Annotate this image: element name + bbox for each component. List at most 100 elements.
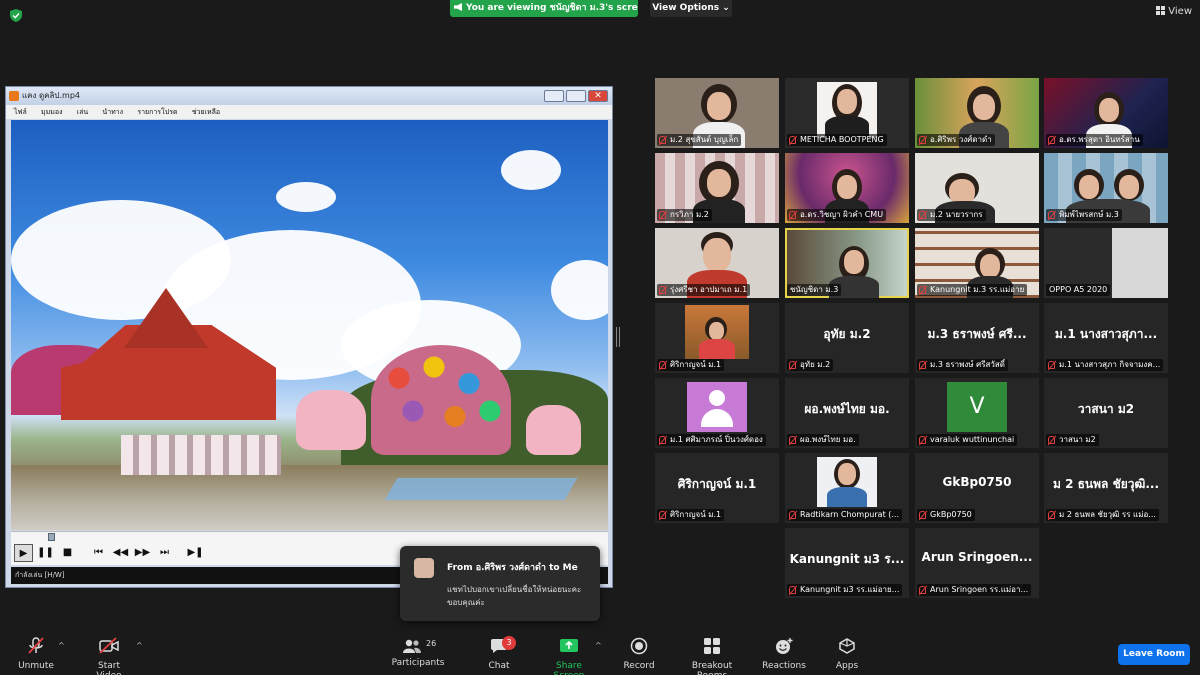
participant-tile[interactable]: พิมพ์ไพรสกษ์ ม.3 (1044, 153, 1168, 223)
record-button[interactable]: Record (622, 637, 656, 671)
minimize-button[interactable] (544, 90, 564, 102)
split-handle[interactable] (616, 327, 620, 347)
mic-muted-icon (659, 361, 666, 369)
menu-navigate[interactable]: นำทาง (102, 108, 123, 116)
participant-tile[interactable]: ศิริกาญจน์ ม.1 ศิริกาญจน์ ม.1 (655, 453, 779, 523)
view-button-label: View (1168, 6, 1192, 17)
menu-help[interactable]: ช่วยเหลือ (192, 108, 220, 116)
participant-name: ม.1 นางสาวสุภา กิจจามงค... (1046, 359, 1164, 371)
sender-avatar (414, 558, 434, 578)
person-face (838, 463, 856, 485)
leave-room-button[interactable]: Leave Room (1118, 644, 1190, 665)
participant-tile-active-speaker[interactable]: ชนัญชิดา ม.3 (785, 228, 909, 298)
participant-tile[interactable]: ผอ.พงษ์ไทย มอ. ผอ.พงษ์ไทย มอ. (785, 378, 909, 448)
forward-button[interactable]: ▶▶ (133, 544, 152, 562)
participant-tile[interactable]: OPPO A5 2020 (1044, 228, 1168, 298)
audio-options-caret[interactable]: ^ (58, 641, 65, 650)
stop-button[interactable]: ■ (58, 544, 77, 562)
menu-play[interactable]: เล่น (77, 108, 88, 116)
mic-muted-icon (789, 511, 796, 519)
person-face (709, 322, 724, 340)
participant-tile[interactable]: รุ่งศรีชา อาปมาเถ ม.1 (655, 228, 779, 298)
share-options-caret[interactable]: ^ (595, 641, 602, 650)
play-button[interactable]: ▶ (14, 544, 33, 562)
shield-check-icon[interactable] (10, 9, 22, 22)
participant-name: Kanungnit ม3 รร.แม่อาย... (787, 584, 903, 596)
participant-tile[interactable]: Kanungnit ม3 ร... Kanungnit ม3 รร.แม่อาย… (785, 528, 909, 598)
participants-button[interactable]: 26 Participants (390, 637, 446, 668)
participant-tile[interactable]: ม.1 ศศิมาภรณ์ ปิ่นวงศ์ดอง (655, 378, 779, 448)
participant-tile[interactable]: V varaluk wuttinunchai (915, 378, 1039, 448)
participant-name: ชนัญชิดา ม.3 (787, 284, 842, 296)
participant-display-name: ม.3 ธราพงษ์ ศรี... (927, 327, 1027, 341)
share-screen-button[interactable]: Share Screen (540, 637, 598, 675)
participant-tile[interactable]: ม.2 สุขสันต์ บุญเล็ก (655, 78, 779, 148)
seek-knob[interactable] (48, 533, 55, 541)
mic-muted-icon (1048, 136, 1055, 144)
participant-name: อุทัย ม.2 (787, 359, 834, 371)
unmute-label: Unmute (18, 661, 54, 671)
mic-muted-icon (659, 436, 666, 444)
breakout-rooms-button[interactable]: Breakout Rooms (676, 637, 748, 675)
video-options-caret[interactable]: ^ (136, 641, 143, 650)
participants-label: Participants (391, 658, 445, 668)
maximize-button[interactable] (566, 90, 586, 102)
elephant-statue (526, 405, 581, 455)
participant-tile[interactable]: อ.ดร.วิชญา ผิวคำ CMU (785, 153, 909, 223)
participant-tile[interactable]: Arun Sringoen... Arun Sringoen รร.แม่อา.… (915, 528, 1039, 598)
mic-muted-icon (659, 211, 666, 219)
mic-muted-icon (1048, 361, 1055, 369)
participant-tile[interactable]: ม.2 นายวรากร (915, 153, 1039, 223)
participant-name: รุ่งศรีชา อาปมาเถ ม.1 (657, 284, 751, 296)
frame-step-button[interactable]: ▶❚ (186, 544, 205, 562)
participant-name: ผอ.พงษ์ไทย มอ. (787, 434, 859, 446)
close-button[interactable]: ✕ (588, 90, 608, 102)
reactions-button[interactable]: Reactions (762, 637, 806, 671)
start-video-button[interactable]: Start Video (84, 637, 134, 675)
video-off-icon (99, 637, 119, 654)
participant-tile[interactable]: GkBp0750 GkBp0750 (915, 453, 1039, 523)
participant-tile[interactable]: Radtikarn Chompurat (... (785, 453, 909, 523)
chat-notification[interactable]: From อ.ศิริพร วงศ์ดาดำ to Me แชทไปบอกเขา… (400, 546, 600, 621)
next-button[interactable]: ⏭ (155, 544, 174, 562)
chat-label: Chat (488, 661, 510, 671)
participant-tile[interactable]: ม.3 ธราพงษ์ ศรี... ม.3 ธราพงษ์ ศรีสวัสดิ… (915, 303, 1039, 373)
view-options-button[interactable]: View Options ⌄ (650, 0, 732, 17)
previous-button[interactable]: ⏮ (89, 544, 108, 562)
apps-button[interactable]: Apps (832, 637, 862, 671)
participant-tile[interactable]: อ.ศิริพร วงศ์ดาดำ (915, 78, 1039, 148)
pause-button[interactable]: ❚❚ (36, 544, 55, 562)
participant-name: กรวิภา ม.2 (657, 209, 712, 221)
seek-bar[interactable] (11, 531, 608, 541)
mic-muted-icon (659, 511, 666, 519)
unmute-button[interactable]: Unmute (14, 637, 58, 671)
person-face (837, 89, 857, 114)
participant-tile[interactable]: Kanungnit ม.3 รร.แม่อาย (915, 228, 1039, 298)
mic-muted-icon (789, 211, 796, 219)
player-title: แคง ดูคลิป.mp4 (22, 91, 80, 100)
reactions-label: Reactions (762, 661, 806, 671)
participant-tile[interactable]: กรวิภา ม.2 (655, 153, 779, 223)
cloud (501, 150, 561, 190)
video-frame[interactable] (11, 120, 608, 530)
menu-favorites[interactable]: รายการโปรด (137, 108, 177, 116)
participant-name: พิมพ์ไพรสกษ์ ม.3 (1046, 209, 1122, 221)
participant-tile[interactable]: ม 2 ธนพล ชัยวุฒิ... ม 2 ธนพล ชัยวุฒิ รร … (1044, 453, 1168, 523)
participant-name: อ.ศิริพร วงศ์ดาดำ (917, 134, 995, 146)
chat-unread-badge: 3 (502, 636, 516, 650)
menu-file[interactable]: ไฟล์ (14, 108, 27, 116)
participant-tile[interactable]: ม.1 นางสาวสุภา... ม.1 นางสาวสุภา กิจจามง… (1044, 303, 1168, 373)
rewind-button[interactable]: ◀◀ (111, 544, 130, 562)
participant-name: ม.2 สุขสันต์ บุญเล็ก (657, 134, 742, 146)
participant-tile[interactable]: วาสนา ม2 วาสนา ม2 (1044, 378, 1168, 448)
participant-display-name: ศิริกาญจน์ ม.1 (677, 477, 757, 491)
participant-display-name: ผอ.พงษ์ไทย มอ. (804, 402, 890, 416)
participant-tile[interactable]: ศิริกาญจน์ ม.1 (655, 303, 779, 373)
participant-tile[interactable]: อ.ดร.พรสุดา อินทร์สาน (1044, 78, 1168, 148)
participant-tile[interactable]: อุทัย ม.2 อุทัย ม.2 (785, 303, 909, 373)
view-button[interactable]: View (1156, 6, 1192, 17)
participant-tile[interactable]: METICHA BOOTPENG (785, 78, 909, 148)
mic-muted-icon (659, 136, 666, 144)
menu-view[interactable]: มุมมอง (41, 108, 62, 116)
cloud (276, 182, 336, 212)
